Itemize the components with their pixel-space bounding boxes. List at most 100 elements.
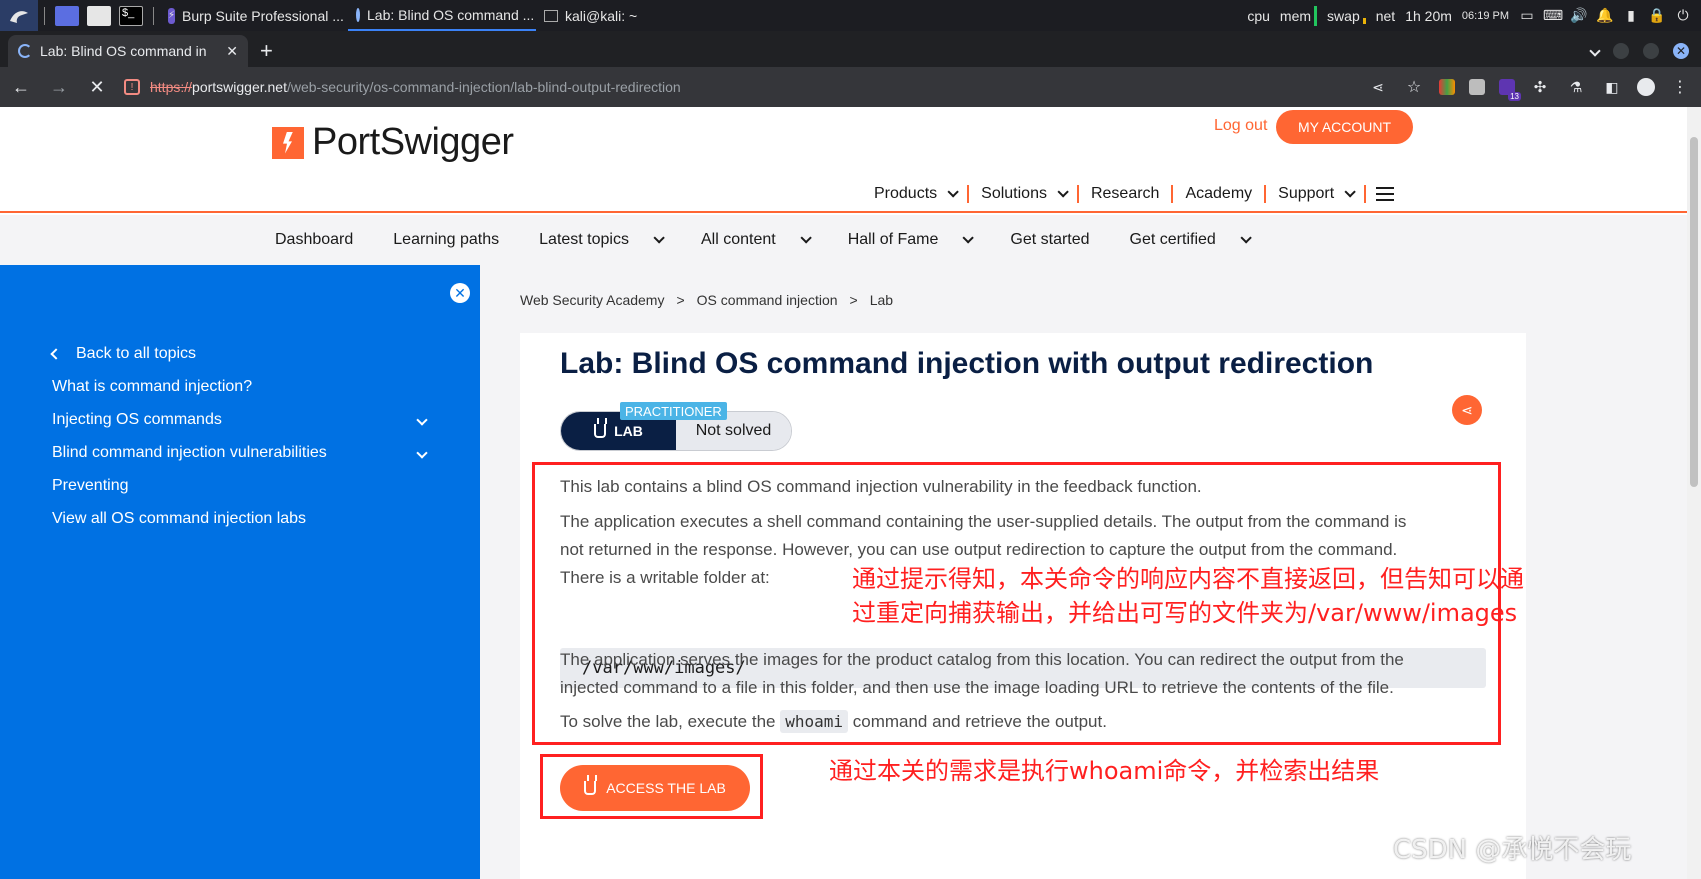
hamburger-menu-icon[interactable] — [1376, 187, 1395, 201]
keyboard-icon[interactable]: ⌨ — [1543, 7, 1563, 24]
loading-spinner-icon — [18, 44, 32, 58]
browser-tab-title: Lab: Blind OS command in — [40, 43, 207, 59]
chevron-down-icon — [947, 186, 959, 198]
mem-meter: mem — [1280, 5, 1318, 26]
nav-support[interactable]: Support — [1266, 185, 1364, 203]
breadcrumb-separator: > — [849, 292, 858, 308]
nav-label: Research — [1090, 185, 1160, 202]
logo-text: PortSwigger — [312, 121, 514, 163]
stop-loading-icon[interactable]: ✕ — [86, 77, 108, 98]
sidebar-item-label: Injecting OS commands — [52, 410, 222, 428]
puzzle-extensions-icon[interactable]: ✣ — [1529, 78, 1551, 96]
sidebar-item-what-is[interactable]: What is command injection? — [52, 370, 432, 403]
chevron-down-icon — [1240, 232, 1252, 244]
menu-kebab-icon[interactable]: ⋮ — [1669, 77, 1691, 97]
tab-search-chevron-icon[interactable] — [1589, 45, 1601, 57]
url-bar[interactable]: ! https://portswigger.net/web-security/o… — [124, 72, 1351, 102]
flask-icon[interactable]: ⚗ — [1565, 79, 1587, 96]
subnav-get-certified[interactable]: Get certified — [1129, 231, 1252, 249]
subnav-latest-topics[interactable]: Latest topics — [539, 231, 665, 249]
back-arrow-icon[interactable]: ← — [10, 77, 32, 98]
breadcrumb-academy[interactable]: Web Security Academy — [520, 292, 664, 308]
page-title: Lab: Blind OS command injection with out… — [560, 347, 1374, 380]
nav-research[interactable]: Research — [1079, 185, 1171, 203]
mem-bar — [1314, 5, 1318, 26]
my-account-button[interactable]: MY ACCOUNT — [1276, 110, 1413, 144]
minimize-button[interactable] — [1613, 43, 1629, 59]
share-icon[interactable]: ⋖ — [1452, 395, 1482, 425]
annotation-line: 过重定向捕获输出，并给出可写的文件夹为/var/www/images — [852, 599, 1518, 627]
notification-bell-icon[interactable]: 🔔 — [1596, 7, 1613, 24]
url-host: portswigger.net — [192, 79, 287, 95]
display-icon[interactable]: ▭ — [1519, 7, 1535, 24]
page-scrollbar[interactable] — [1687, 107, 1701, 879]
forward-arrow-icon[interactable]: → — [48, 77, 70, 98]
subnav-label: Dashboard — [275, 231, 354, 248]
window-close-button[interactable]: ✕ — [1673, 43, 1689, 59]
nav-label: Solutions — [981, 185, 1047, 202]
subnav-get-started[interactable]: Get started — [1010, 231, 1089, 249]
side-panel-icon[interactable]: ◧ — [1601, 79, 1623, 96]
chromium-icon — [356, 7, 360, 22]
not-secure-icon[interactable]: ! — [124, 79, 140, 95]
breadcrumb-topic[interactable]: OS command injection — [697, 292, 838, 308]
extension-icon[interactable] — [1469, 79, 1485, 95]
sidebar-back-link[interactable]: Back to all topics — [50, 337, 432, 370]
kali-menu-icon[interactable] — [0, 0, 38, 31]
nav-solutions[interactable]: Solutions — [969, 185, 1077, 203]
sidebar-item-injecting[interactable]: Injecting OS commands — [52, 403, 432, 436]
logout-link[interactable]: Log out — [1214, 117, 1267, 135]
bookmark-star-icon[interactable]: ☆ — [1403, 77, 1425, 97]
maximize-button[interactable] — [1643, 43, 1659, 59]
level-badge: PRACTITIONER — [620, 402, 727, 420]
taskbar-window-title: Burp Suite Professional ... — [182, 7, 344, 24]
volume-icon[interactable]: 🔊 — [1570, 7, 1587, 24]
sidebar-item-all-labs[interactable]: View all OS command injection labs — [52, 502, 432, 535]
sidebar-close-icon[interactable]: ✕ — [450, 283, 470, 303]
taskbar-window-browser[interactable]: Lab: Blind OS command ... — [348, 0, 536, 31]
new-tab-button[interactable]: + — [260, 35, 273, 67]
subnav-label: All content — [700, 231, 776, 248]
taskbar-window-burp[interactable]: ⚡ Burp Suite Professional ... — [160, 0, 348, 31]
terminal-icon[interactable]: $_ — [119, 5, 143, 26]
subnav-hall-of-fame[interactable]: Hall of Fame — [848, 231, 975, 249]
extension-icon[interactable] — [1439, 79, 1455, 95]
browser-toolbar: ← → ✕ ! https://portswigger.net/web-secu… — [0, 67, 1701, 107]
chevron-down-icon[interactable] — [416, 413, 428, 426]
battery-icon[interactable]: ▮ — [1623, 7, 1639, 24]
taskbar-window-title: kali@kali: ~ — [565, 7, 638, 24]
breadcrumb-lab[interactable]: Lab — [870, 292, 893, 308]
clock[interactable]: 06:19 PM — [1462, 10, 1509, 22]
portswigger-logo-icon — [272, 126, 304, 159]
topic-sidebar: ✕ Back to all topics What is command inj… — [0, 265, 480, 879]
file-manager-icon[interactable] — [87, 5, 111, 26]
nav-academy[interactable]: Academy — [1173, 185, 1264, 203]
profile-avatar-icon[interactable] — [1637, 78, 1655, 96]
subnav-label: Get started — [1010, 231, 1090, 248]
portswigger-logo[interactable]: PortSwigger — [272, 121, 514, 164]
annotation-note-1: 通过提示得知，本关命令的响应内容不直接返回，但告知可以通 过重定向捕获输出，并给… — [852, 562, 1524, 630]
academy-subnav: Dashboard Learning paths Latest topics A… — [0, 215, 1687, 265]
nav-products[interactable]: Products — [862, 185, 967, 203]
subnav-dashboard[interactable]: Dashboard — [275, 231, 353, 249]
sidebar-item-blind[interactable]: Blind command injection vulnerabilities — [52, 436, 432, 469]
lab-badge-label: LAB — [614, 423, 643, 439]
extension-badge-icon[interactable]: 13 — [1499, 79, 1521, 101]
taskbar-window-terminal[interactable]: kali@kali: ~ — [536, 0, 656, 31]
subnav-label: Get certified — [1129, 231, 1216, 248]
scrollbar-thumb[interactable] — [1690, 137, 1698, 487]
share-icon[interactable]: ⋖ — [1367, 79, 1389, 96]
tab-close-icon[interactable]: ✕ — [226, 43, 238, 60]
workspace-icon[interactable] — [55, 5, 79, 26]
swap-meter: swap — [1327, 8, 1366, 24]
power-icon[interactable]: ⏻ — [1675, 7, 1691, 24]
browser-tab-lab[interactable]: Lab: Blind OS command in ✕ — [8, 35, 248, 67]
chevron-down-icon — [1344, 186, 1356, 198]
access-lab-button[interactable]: ACCESS THE LAB — [560, 765, 750, 811]
taskbar-separator — [44, 6, 45, 25]
subnav-all-content[interactable]: All content — [700, 231, 812, 249]
subnav-learning-paths[interactable]: Learning paths — [393, 231, 499, 249]
sidebar-item-preventing[interactable]: Preventing — [52, 469, 432, 502]
lock-icon[interactable]: 🔒 — [1648, 7, 1665, 24]
chevron-down-icon[interactable] — [416, 446, 428, 459]
